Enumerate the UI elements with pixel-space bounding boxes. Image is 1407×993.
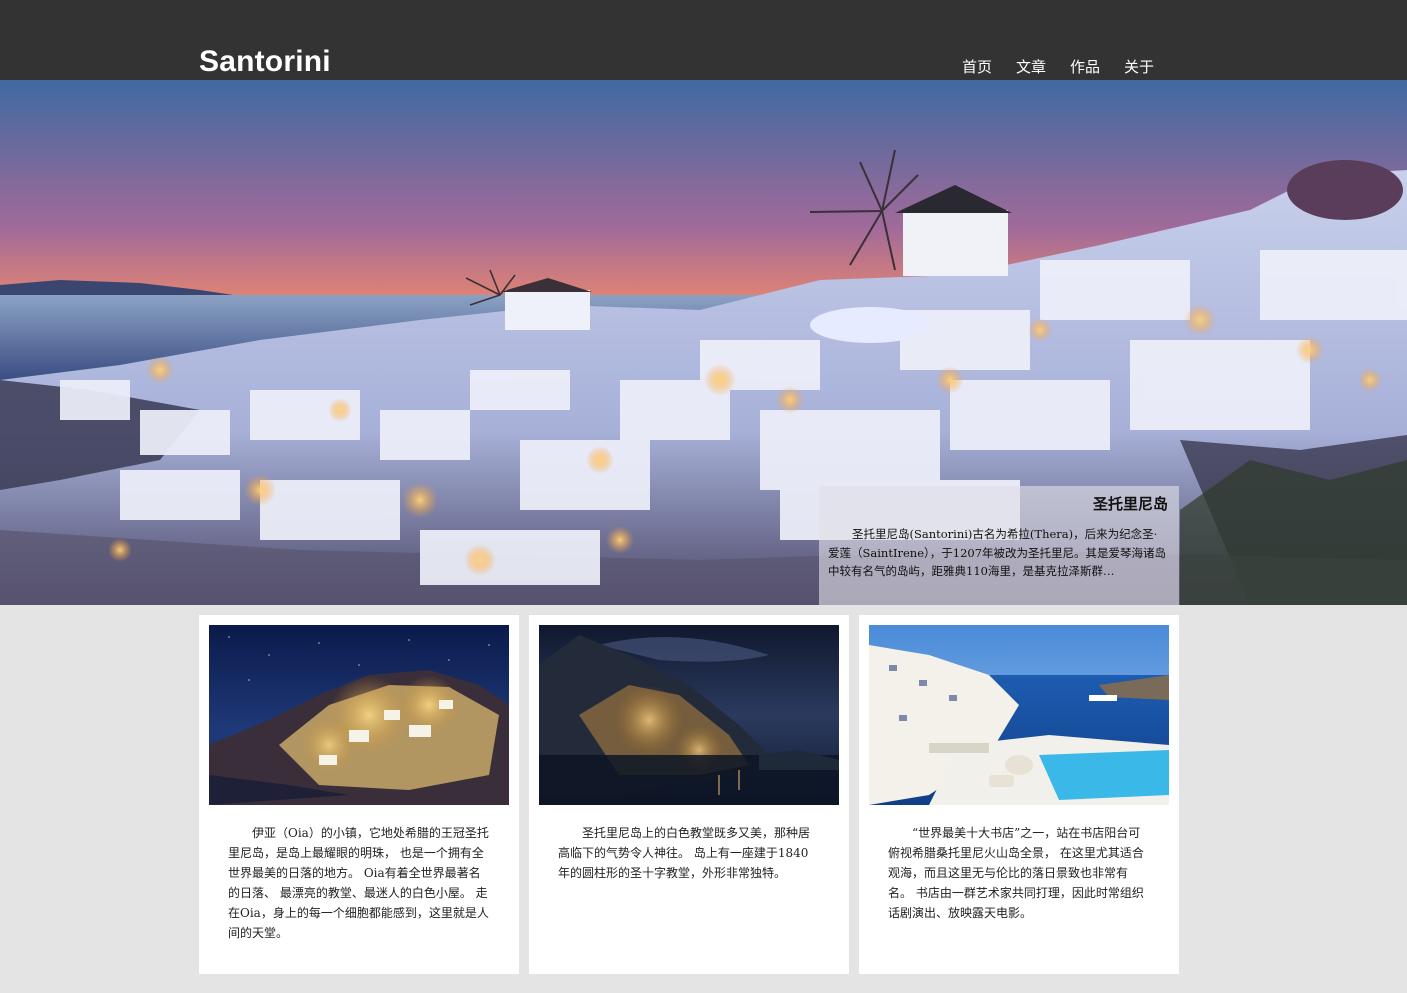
card-bookstore[interactable]: “世界最美十大书店”之一，站在书店阳台可俯视希腊桑托里尼火山岛全景， 在这里尤其… bbox=[859, 615, 1179, 974]
card-oia-image bbox=[209, 625, 509, 805]
hero-image bbox=[0, 80, 1407, 605]
nav-works[interactable]: 作品 bbox=[1070, 58, 1124, 76]
nav-about[interactable]: 关于 bbox=[1124, 58, 1178, 76]
card-oia-text: 伊亚（Oia）的小镇，它地处希腊的王冠圣托里尼岛，是岛上最耀眼的明珠， 也是一个… bbox=[228, 826, 489, 940]
hero-caption: 圣托里尼岛 圣托里尼岛(Santorini)古名为希拉(Thera)，后来为纪念… bbox=[819, 486, 1179, 605]
card-church-image bbox=[539, 625, 839, 805]
card-bookstore-text: “世界最美十大书店”之一，站在书店阳台可俯视希腊桑托里尼火山岛全景， 在这里尤其… bbox=[888, 826, 1144, 920]
nav-articles[interactable]: 文章 bbox=[1016, 58, 1070, 76]
card-oia[interactable]: 伊亚（Oia）的小镇，它地处希腊的王冠圣托里尼岛，是岛上最耀眼的明珠， 也是一个… bbox=[199, 615, 519, 974]
site-title[interactable]: Santorini bbox=[199, 44, 331, 80]
main-nav: 首页 文章 作品 关于 bbox=[962, 58, 1178, 76]
card-bookstore-image bbox=[869, 625, 1169, 805]
card-church-text: 圣托里尼岛上的白色教堂既多又美，那种居高临下的气势令人神往。 岛上有一座建于18… bbox=[558, 826, 811, 880]
hero-banner[interactable] bbox=[0, 80, 1407, 605]
card-church[interactable]: 圣托里尼岛上的白色教堂既多又美，那种居高临下的气势令人神往。 岛上有一座建于18… bbox=[529, 615, 849, 974]
hero-caption-text: 圣托里尼岛(Santorini)古名为希拉(Thera)，后来为纪念圣·爱莲（S… bbox=[828, 527, 1166, 578]
hero-caption-title: 圣托里尼岛 bbox=[1092, 495, 1168, 513]
nav-home[interactable]: 首页 bbox=[962, 58, 1016, 76]
